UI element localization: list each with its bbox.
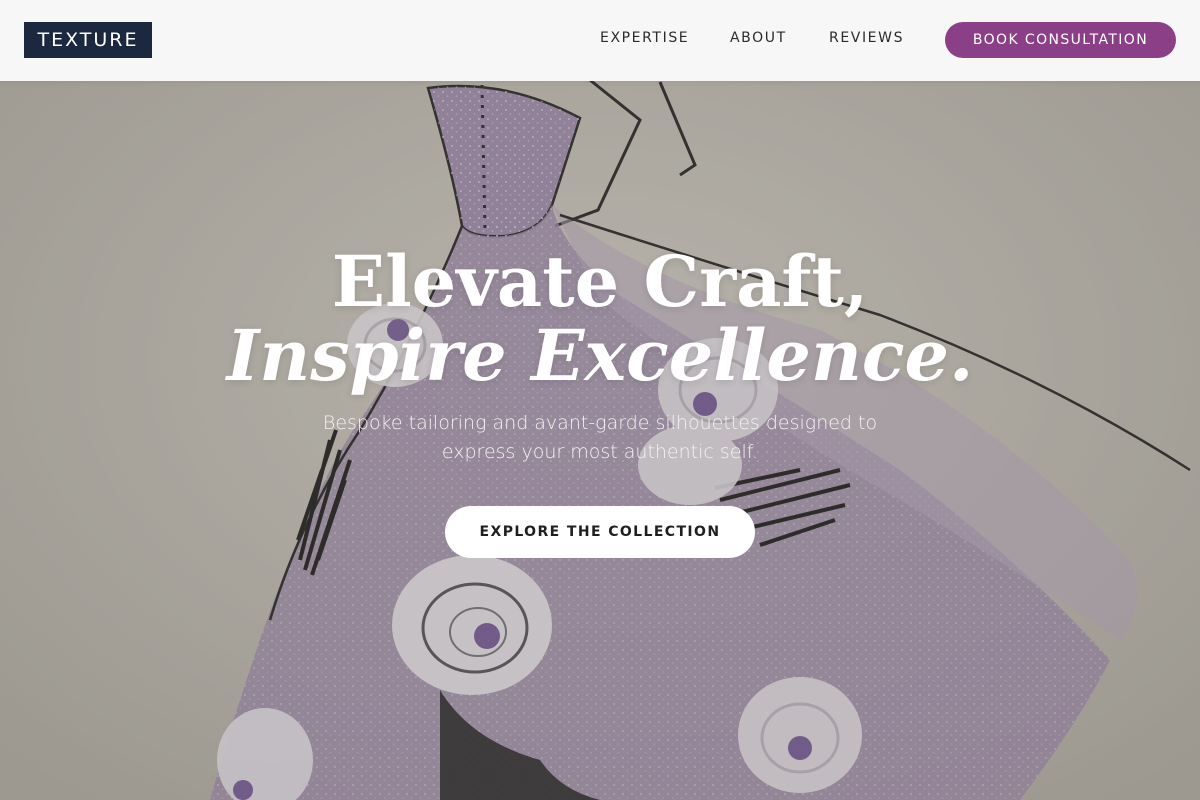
book-consultation-button[interactable]: BOOK CONSULTATION [945,22,1176,58]
nav-about[interactable]: ABOUT [730,30,787,46]
hero-title: Elevate Craft, [331,240,869,323]
hero-overlay [0,0,1200,800]
nav-reviews[interactable]: REVIEWS [829,30,904,46]
hero-title-italic: Inspire Excellence. [226,314,974,397]
logo[interactable]: TEXTURE [24,22,152,58]
site-header: TEXTURE EXPERTISE ABOUT REVIEWS BOOK CON… [0,0,1200,81]
hero-subtitle: Bespoke tailoring and avant-garde silhou… [322,412,878,463]
explore-collection-button[interactable]: EXPLORE THE COLLECTION [445,506,755,558]
nav-expertise[interactable]: EXPERTISE [600,30,689,46]
hero-section: Elevate Craft, Inspire Excellence. Bespo… [0,0,1200,800]
